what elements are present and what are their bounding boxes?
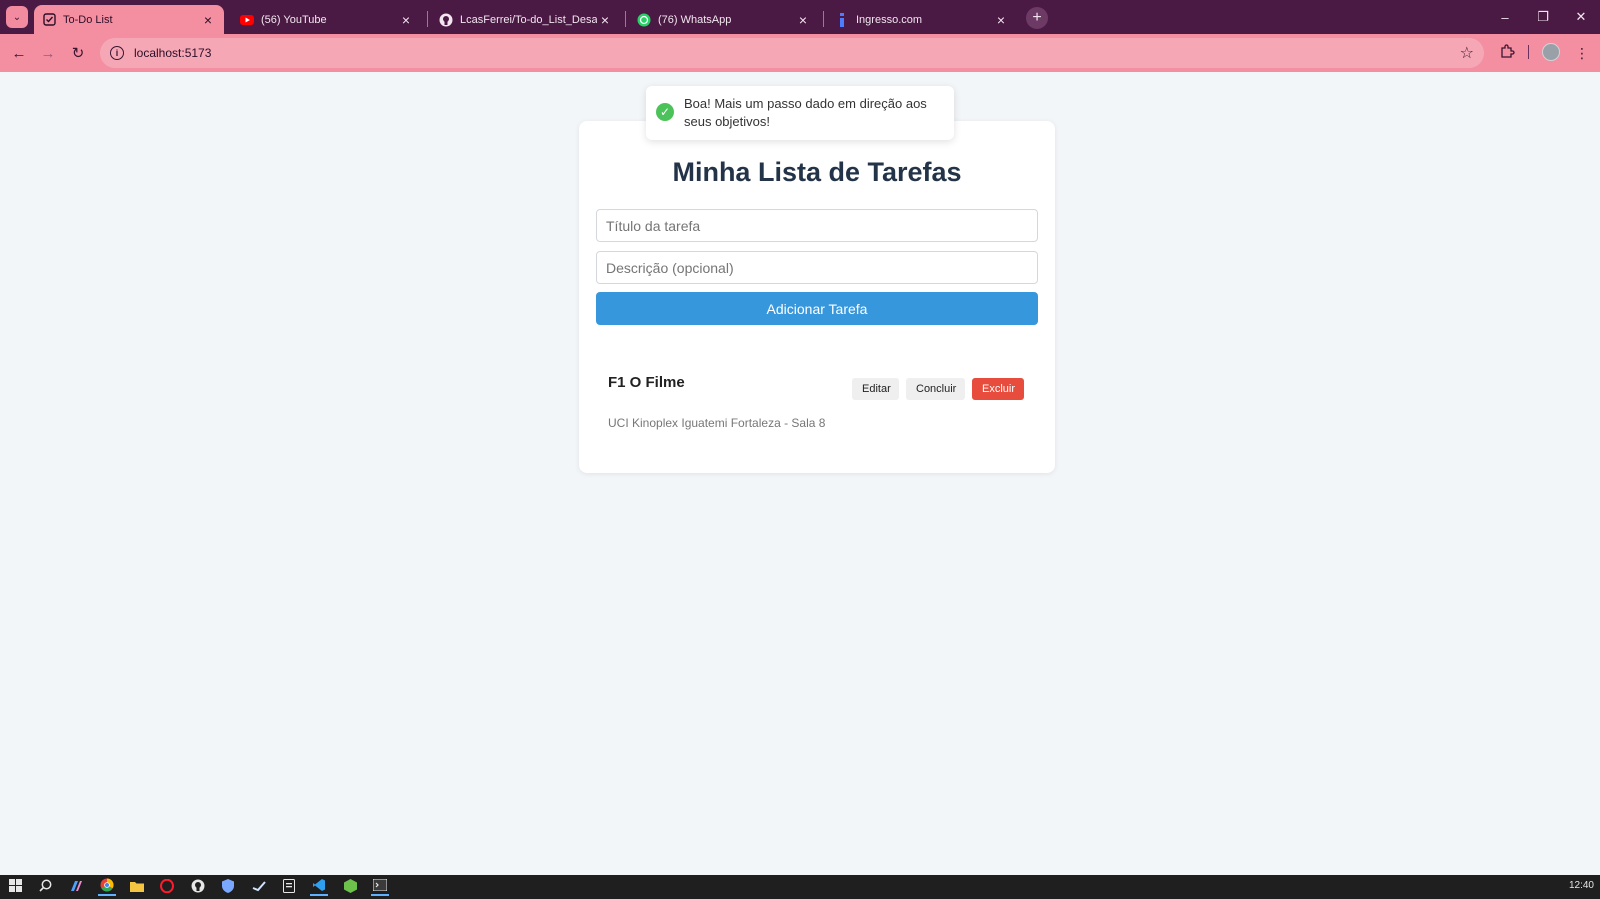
taskbar-copilot[interactable] (67, 878, 85, 896)
minimize-button[interactable]: – (1490, 6, 1520, 28)
tab-to-do-list[interactable]: To-Do List × (34, 5, 224, 34)
close-icon[interactable]: × (398, 12, 414, 28)
tab-title: (56) YouTube (261, 13, 327, 26)
chevron-down-icon: ⌄ (12, 11, 22, 23)
opera-icon (160, 878, 174, 896)
page-title: Minha Lista de Tarefas (672, 157, 962, 187)
tab-youtube[interactable]: (56) YouTube × (232, 5, 422, 34)
close-icon[interactable]: × (993, 12, 1009, 28)
tab-search-button[interactable]: ⌄ (6, 6, 28, 28)
menu-button[interactable]: ⋮ (1572, 43, 1592, 63)
arrow-left-icon: ← (11, 44, 27, 62)
shield-icon (222, 878, 234, 896)
folder-icon (130, 880, 144, 895)
puzzle-icon (1500, 44, 1515, 62)
toast-message: Boa! Mais um passo dado em direção aos s… (684, 96, 927, 129)
forward-button[interactable]: → (37, 42, 59, 64)
taskbar-github-desktop[interactable] (189, 878, 207, 896)
restore-button[interactable]: ❐ (1528, 6, 1558, 28)
task-title: F1 O Filme (608, 374, 685, 391)
ingresso-icon (835, 12, 849, 27)
reload-button[interactable]: ↻ (67, 42, 89, 64)
toolbar-separator (1528, 45, 1529, 59)
tab-title: LcasFerrei/To-do_List_Desafio: D (460, 13, 597, 26)
taskbar-search-button[interactable] (36, 878, 54, 896)
reload-icon: ↻ (71, 45, 85, 62)
site-info-icon[interactable]: i (110, 46, 124, 60)
system-clock: 12:40 (1568, 880, 1594, 891)
github-icon (191, 879, 205, 896)
start-button[interactable] (6, 878, 24, 896)
taskbar-chrome[interactable] (98, 878, 116, 896)
tab-title: To-Do List (63, 13, 113, 26)
plus-icon: + (1032, 9, 1042, 26)
taskbar-steam[interactable] (250, 878, 268, 896)
close-icon[interactable]: × (795, 12, 811, 28)
task-description: UCI Kinoplex Iguatemi Fortaleza - Sala 8 (608, 416, 826, 430)
tab-github[interactable]: LcasFerrei/To-do_List_Desafio: D × (431, 5, 621, 34)
tab-ingresso[interactable]: Ingresso.com × (827, 5, 1017, 34)
kebab-menu-icon: ⋮ (1575, 44, 1589, 61)
task-title-input[interactable] (596, 209, 1038, 242)
close-icon[interactable]: × (597, 12, 613, 28)
tab-separator (625, 11, 626, 27)
back-button[interactable]: ← (8, 42, 30, 64)
arrow-right-icon: → (40, 44, 56, 62)
os-taskbar: 12:40 (0, 875, 1600, 899)
complete-task-button[interactable]: Concluir (906, 378, 965, 400)
tab-title: (76) WhatsApp (658, 13, 732, 26)
close-window-button[interactable]: ✕ (1566, 6, 1596, 28)
bookmark-star-icon[interactable]: ☆ (1460, 43, 1474, 63)
new-tab-button[interactable]: + (1026, 7, 1048, 29)
tab-strip: ⌄ To-Do List × (56) YouTube × LcasFerrei… (0, 0, 1600, 34)
taskbar-terminal[interactable] (371, 878, 389, 896)
youtube-icon (240, 13, 254, 27)
steam-icon (252, 879, 266, 896)
check-circle-icon: ✓ (656, 103, 674, 121)
close-icon[interactable]: × (200, 12, 216, 28)
tab-whatsapp[interactable]: (76) WhatsApp × (629, 5, 819, 34)
taskbar-file-explorer[interactable] (128, 878, 146, 896)
github-icon (439, 13, 453, 27)
taskbar-nodejs[interactable] (341, 878, 359, 896)
todo-card: Minha Lista de Tarefas Adicionar Tarefa … (579, 121, 1055, 473)
vscode-icon (312, 878, 326, 895)
task-item: F1 O Filme UCI Kinoplex Iguatemi Fortale… (596, 364, 1038, 434)
tab-separator (427, 11, 428, 27)
windows-icon (8, 879, 22, 895)
tab-title: Ingresso.com (856, 13, 923, 26)
taskbar-vscode[interactable] (310, 878, 328, 896)
search-icon (38, 879, 52, 895)
terminal-icon (372, 878, 388, 894)
delete-task-button[interactable]: Excluir (972, 378, 1024, 400)
tab-separator (823, 11, 824, 27)
todo-favicon-icon (42, 13, 56, 27)
epic-games-icon (283, 878, 295, 896)
add-task-button[interactable]: Adicionar Tarefa (596, 292, 1038, 325)
url-text: localhost:5173 (134, 46, 212, 60)
close-icon: ✕ (1575, 9, 1587, 24)
success-toast: ✓ Boa! Mais um passo dado em direção aos… (646, 86, 954, 140)
address-bar[interactable]: i localhost:5173 ☆ (100, 38, 1484, 68)
taskbar-app-shield[interactable] (219, 878, 237, 896)
edit-task-button[interactable]: Editar (852, 378, 899, 400)
restore-icon: ❐ (1537, 9, 1549, 24)
extensions-button[interactable] (1497, 43, 1517, 63)
profile-avatar[interactable] (1542, 43, 1560, 61)
chrome-icon (100, 878, 114, 895)
browser-toolbar: ← → ↻ i localhost:5173 ☆ ⋮ (0, 34, 1600, 72)
whatsapp-icon (637, 13, 651, 27)
nodejs-icon (343, 878, 357, 896)
minimize-icon: – (1501, 9, 1509, 25)
taskbar-epic-games[interactable] (280, 878, 298, 896)
copilot-icon (69, 879, 83, 896)
task-description-input[interactable] (596, 251, 1038, 284)
taskbar-opera[interactable] (158, 878, 176, 896)
